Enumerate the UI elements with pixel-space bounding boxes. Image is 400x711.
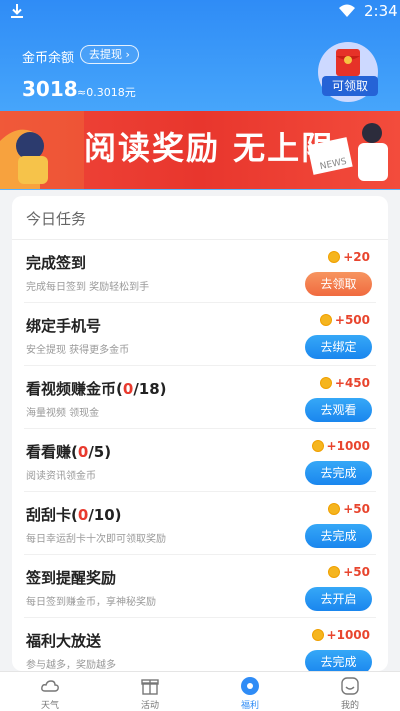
claim-sign-in-button[interactable]: 去领取 <box>305 272 372 296</box>
task-title: 签到提醒奖励 <box>26 569 117 587</box>
coin-icon <box>328 566 341 578</box>
task-row-welfare-giveaway: 福利大放送 参与越多，奖励越多 +1000 去完成 <box>12 618 388 671</box>
download-icon <box>11 4 23 18</box>
red-envelope-icon <box>336 49 360 76</box>
tasks-section-title: 今日任务 <box>26 210 87 228</box>
weather-icon <box>41 680 59 692</box>
enable-reminder-button[interactable]: 去开启 <box>305 587 372 611</box>
task-title: 福利大放送 <box>26 632 102 650</box>
wifi-icon <box>339 4 355 17</box>
read-earn-button[interactable]: 去完成 <box>305 461 372 485</box>
coin-icon <box>311 440 324 452</box>
coin-icon <box>328 503 341 515</box>
tab-label: 活动 <box>140 701 159 711</box>
tab-weather[interactable]: 天气 <box>0 672 100 711</box>
coin-icon <box>319 314 332 326</box>
welfare-coin-icon <box>241 677 259 695</box>
coin-balance-value: 3018 <box>22 77 78 101</box>
task-description: 参与越多，奖励越多 <box>26 660 116 671</box>
task-row-bind-phone: 绑定手机号 安全提现 获得更多金币 +500 去绑定 <box>12 303 388 366</box>
coin-icon <box>319 377 332 389</box>
bind-phone-button[interactable]: 去绑定 <box>305 335 372 359</box>
coin-icon <box>311 629 324 641</box>
task-reward: +20 <box>328 250 370 264</box>
task-reward: +50 <box>328 502 370 516</box>
coin-balance-label: 金币余额 <box>22 51 75 66</box>
daily-tasks-card: 今日任务 完成签到 完成每日签到 奖励轻松到手 +20 去领取 绑定手机号 安全… <box>12 196 388 671</box>
task-description: 每日签到赚金币，享神秘奖励 <box>26 597 156 608</box>
task-description: 安全提现 获得更多金币 <box>26 345 130 356</box>
status-bar: 2:34 <box>0 0 400 24</box>
task-description: 阅读资讯领金币 <box>26 471 96 482</box>
task-title: 看视频赚金币(0/18) <box>26 380 167 398</box>
task-reward: +500 <box>319 313 370 327</box>
task-row-scratch-card: 刮刮卡(0/10) 每日幸运刮卡十次即可领取奖励 +50 去完成 <box>12 492 388 555</box>
task-row-read-earn: 看看赚(0/5) 阅读资讯领金币 +1000 去完成 <box>12 429 388 492</box>
task-row-sign-in-reminder: 签到提醒奖励 每日签到赚金币，享神秘奖励 +50 去开启 <box>12 555 388 618</box>
claim-button[interactable]: 可领取 <box>322 76 378 96</box>
task-row-sign-in: 完成签到 完成每日签到 奖励轻松到手 +20 去领取 <box>12 240 388 303</box>
tab-label: 天气 <box>40 701 59 711</box>
task-title: 绑定手机号 <box>26 317 102 335</box>
coin-rmb-value: ≈0.3018元 <box>77 86 136 99</box>
task-reward: +1000 <box>311 439 370 453</box>
tab-activity[interactable]: 活动 <box>100 672 200 711</box>
tab-label: 福利 <box>240 701 259 711</box>
reading-reward-banner[interactable]: 阅读奖励 无上限 NEWS <box>0 111 400 189</box>
task-title: 完成签到 <box>26 254 87 272</box>
task-description: 完成每日签到 奖励轻松到手 <box>26 282 150 293</box>
tab-welfare[interactable]: 福利 <box>200 672 300 711</box>
task-title: 刮刮卡(0/10) <box>26 506 122 524</box>
tab-profile[interactable]: 我的 <box>300 672 400 711</box>
tab-label: 我的 <box>340 701 359 711</box>
clock: 2:34 <box>364 2 398 20</box>
task-description: 海量视频 领现金 <box>26 408 100 419</box>
task-reward: +50 <box>328 565 370 579</box>
task-description: 每日幸运刮卡十次即可领取奖励 <box>26 534 166 545</box>
coin-icon <box>328 251 341 263</box>
profile-icon <box>341 677 359 695</box>
banner-illustration-left <box>0 111 84 189</box>
withdraw-button[interactable]: 去提现 › <box>80 45 139 64</box>
task-reward: +1000 <box>311 628 370 642</box>
banner-illustration-right: NEWS <box>307 123 388 181</box>
scratch-card-button[interactable]: 去完成 <box>305 524 372 548</box>
welfare-giveaway-button[interactable]: 去完成 <box>305 650 372 671</box>
watch-video-button[interactable]: 去观看 <box>305 398 372 422</box>
task-reward: +450 <box>319 376 370 390</box>
task-title: 看看赚(0/5) <box>26 443 112 461</box>
gift-box-icon <box>141 679 159 695</box>
banner-text: 阅读奖励 无上限 <box>84 129 336 167</box>
task-row-watch-video: 看视频赚金币(0/18) 海量视频 领现金 +450 去观看 <box>12 366 388 429</box>
bottom-tab-bar: 天气 活动 福利 我的 <box>0 671 400 711</box>
